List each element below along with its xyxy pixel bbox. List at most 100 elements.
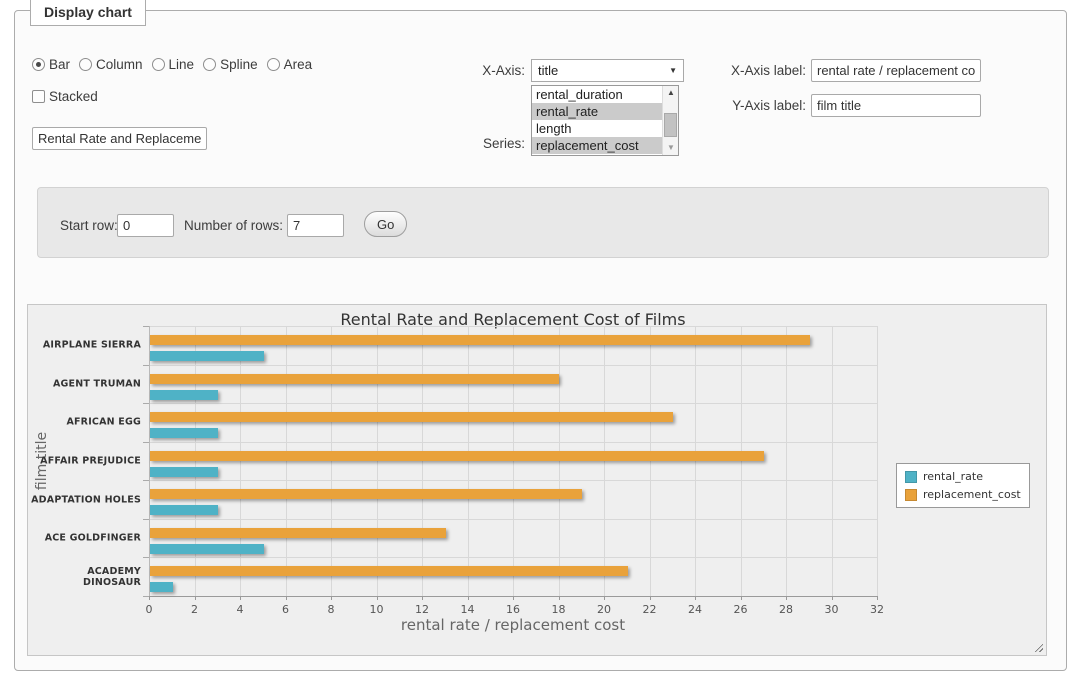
chart-type-line-label: Line [169,57,195,72]
y-axis-line [149,326,150,596]
grid-line-v [468,326,469,596]
grid-line-v [832,326,833,596]
bar-rental_rate [150,467,218,477]
x-tick-label: 18 [552,603,566,616]
legend-item-rental-rate[interactable]: rental_rate [905,470,1021,483]
bar-rental_rate [150,505,218,515]
x-axis-title: rental rate / replacement cost [149,616,877,634]
x-tick-label: 26 [734,603,748,616]
chart-type-radio-group: Bar Column Line Spline Area [32,57,312,72]
legend-label: replacement_cost [923,488,1021,501]
bar-replacement_cost [150,489,582,499]
x-tick-label: 24 [688,603,702,616]
x-tick-label: 10 [370,603,384,616]
category-label: ACE GOLDFINGER [28,533,141,544]
grid-line-v [877,326,878,596]
grid-line-v [604,326,605,596]
resize-handle-icon[interactable] [1032,641,1043,652]
scroll-up-icon[interactable]: ▲ [663,86,679,100]
chart-type-bar-label: Bar [49,57,70,72]
legend-swatch-icon [905,471,917,483]
x-tick-label: 22 [643,603,657,616]
chart-type-column-label: Column [96,57,143,72]
radio-icon [152,58,165,71]
series-option-rental-rate[interactable]: rental_rate [532,103,663,120]
chart-type-spline[interactable]: Spline [203,57,258,72]
grid-line-v [331,326,332,596]
num-rows-input[interactable] [287,214,344,237]
chart-type-bar[interactable]: Bar [32,57,70,72]
bar-replacement_cost [150,374,559,384]
grid-line-v [422,326,423,596]
category-label: AIRPLANE SIERRA [28,340,141,351]
bar-rental_rate [150,428,218,438]
series-listbox[interactable]: rental_duration rental_rate length repla… [531,85,679,156]
radio-icon [267,58,280,71]
chart-type-area-label: Area [284,57,313,72]
listbox-scrollbar[interactable]: ▲ ▼ [662,86,678,155]
grid-line-v [786,326,787,596]
x-axis-selected-value: title [538,63,558,78]
x-axis-select[interactable]: title ▼ [531,59,684,82]
scroll-down-icon[interactable]: ▼ [663,141,679,155]
series-option-length[interactable]: length [532,120,663,137]
x-tick-label: 2 [191,603,198,616]
chart-type-column[interactable]: Column [79,57,143,72]
bar-replacement_cost [150,451,764,461]
chart-type-line[interactable]: Line [152,57,195,72]
stacked-checkbox[interactable]: Stacked [32,89,98,104]
num-rows-label: Number of rows: [184,218,283,233]
x-tick-label: 16 [506,603,520,616]
stacked-label: Stacked [49,89,98,104]
bar-replacement_cost [150,566,628,576]
legend-label: rental_rate [923,470,983,483]
go-button[interactable]: Go [364,211,407,237]
x-axis-select-label: X-Axis: [455,63,525,78]
x-axis-tick [877,596,878,600]
x-tick-label: 0 [146,603,153,616]
y-axis-label-input[interactable] [811,94,981,117]
chart-type-spline-label: Spline [220,57,258,72]
x-tick-label: 20 [597,603,611,616]
grid-line-v [559,326,560,596]
x-tick-label: 32 [870,603,884,616]
start-row-label: Start row: [60,218,118,233]
start-row-input[interactable] [117,214,174,237]
scrollbar-thumb[interactable] [664,113,677,137]
category-label: ADAPTATION HOLES [28,494,141,505]
row-range-box: Start row: Number of rows: Go [37,187,1049,258]
chart-title-input[interactable] [32,127,207,150]
grid-line-v [741,326,742,596]
category-label: ACADEMY DINOSAUR [28,566,141,588]
chart-type-area[interactable]: Area [267,57,313,72]
category-label: AFRICAN EGG [28,417,141,428]
legend-item-replacement-cost[interactable]: replacement_cost [905,488,1021,501]
grid-line-v [377,326,378,596]
legend-swatch-icon [905,489,917,501]
chevron-down-icon: ▼ [669,66,677,75]
bar-rental_rate [150,351,264,361]
radio-icon [32,58,45,71]
radio-icon [79,58,92,71]
series-select-label: Series: [455,136,525,151]
grid-line-v [650,326,651,596]
checkbox-icon [32,90,45,103]
series-option-replacement-cost[interactable]: replacement_cost [532,137,663,154]
chart-legend: rental_rate replacement_cost [896,463,1030,508]
panel-title: Display chart [30,0,146,26]
grid-line-v [240,326,241,596]
x-axis-line [149,596,877,597]
chart-box: Rental Rate and Replacement Cost of Film… [27,304,1047,656]
x-tick-label: 30 [825,603,839,616]
x-axis-label-input[interactable] [811,59,981,82]
x-tick-label: 12 [415,603,429,616]
display-chart-panel: Display chart Bar Column Line Spline Are… [14,10,1067,671]
bar-replacement_cost [150,412,673,422]
x-tick-label: 14 [461,603,475,616]
bar-rental_rate [150,544,264,554]
radio-icon [203,58,216,71]
series-option-rental-duration[interactable]: rental_duration [532,86,663,103]
bar-replacement_cost [150,528,446,538]
bar-replacement_cost [150,335,810,345]
y-axis-label-caption: Y-Axis label: [715,98,806,113]
